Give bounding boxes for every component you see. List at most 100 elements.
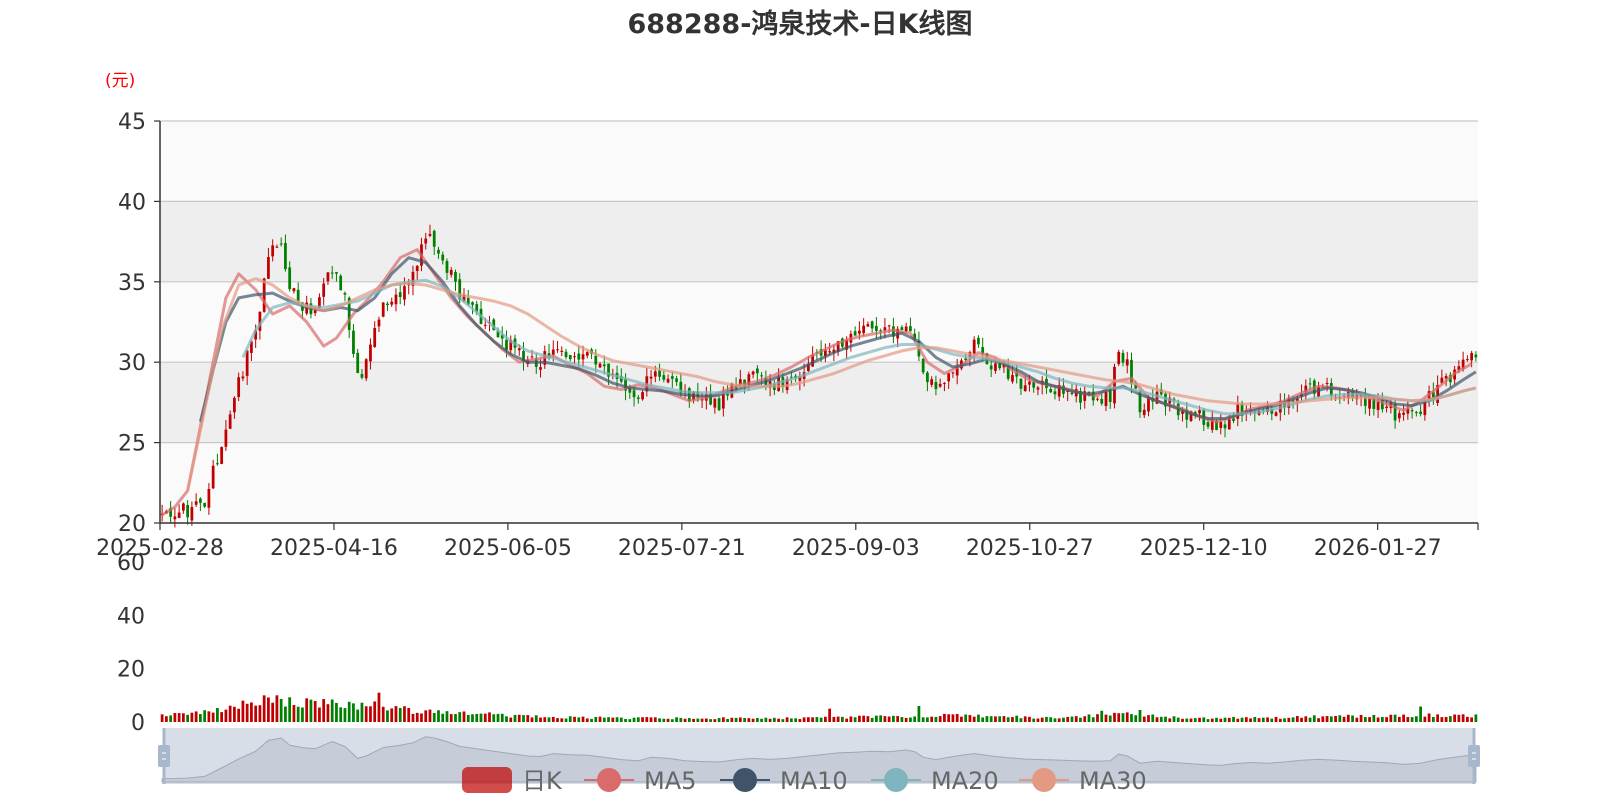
- candle-body: [237, 377, 241, 398]
- candle-body: [632, 390, 636, 398]
- candle-body: [1227, 419, 1231, 430]
- volume-bar: [1079, 717, 1082, 722]
- volume-bar: [1410, 717, 1414, 722]
- candle-body: [1402, 412, 1405, 415]
- volume-bar: [594, 716, 598, 722]
- candle-body: [1121, 352, 1125, 363]
- candle-body: [926, 372, 929, 383]
- volume-bar: [938, 716, 942, 722]
- volume-bar: [670, 719, 674, 722]
- volume-bar: [568, 716, 572, 722]
- volume-bar: [1045, 716, 1048, 722]
- candle: [220, 446, 224, 465]
- candle-body: [649, 376, 653, 379]
- y-tick-label: 20: [118, 512, 146, 537]
- volume-bar: [432, 713, 436, 722]
- volume-bar: [407, 707, 411, 722]
- volume-bar: [1019, 718, 1023, 722]
- candle-body: [190, 507, 194, 521]
- price-band: [160, 201, 1478, 282]
- candle-body: [296, 289, 300, 302]
- volume-bar: [1036, 718, 1040, 722]
- candle-body: [853, 331, 857, 336]
- volume-bar: [1100, 710, 1104, 722]
- volume-bar: [853, 717, 857, 722]
- candle-body: [675, 378, 678, 382]
- candle-body: [568, 354, 572, 360]
- candle: [364, 358, 368, 382]
- volume-bar: [960, 716, 963, 722]
- volume-bar: [1414, 716, 1418, 722]
- candle-body: [1376, 401, 1380, 411]
- price-band: [160, 442, 1478, 523]
- volume-bars[interactable]: [160, 692, 1478, 722]
- volume-bar: [411, 713, 415, 722]
- volume-bar: [471, 714, 474, 722]
- volume-bar: [1138, 710, 1142, 722]
- legend-dot-icon: [733, 768, 757, 792]
- volume-bar: [615, 717, 619, 722]
- legend-item-ma10[interactable]: MA10: [720, 767, 848, 795]
- volume-bar: [403, 706, 406, 722]
- volume-bar: [811, 717, 815, 722]
- candle-body: [203, 502, 207, 507]
- volume-bar: [713, 719, 717, 722]
- candle: [381, 301, 385, 318]
- volume-bar: [1074, 716, 1078, 722]
- volume-bar: [1134, 715, 1138, 722]
- volume-bar: [1312, 715, 1316, 722]
- volume-bar: [683, 718, 687, 722]
- volume-bar: [1164, 716, 1167, 722]
- volume-bar: [1240, 717, 1244, 722]
- candle-body: [921, 358, 925, 373]
- volume-bar: [1321, 716, 1325, 722]
- volume-bar: [1436, 714, 1439, 722]
- volume-bar: [1393, 714, 1397, 722]
- volume-bar: [454, 714, 457, 722]
- volume-bar: [203, 710, 207, 722]
- candle-body: [1397, 413, 1401, 419]
- volume-bar: [1266, 717, 1269, 722]
- volume-bar: [1397, 716, 1401, 722]
- volume-bar: [964, 714, 968, 722]
- candle-body: [1414, 411, 1418, 413]
- volume-bar: [1206, 719, 1210, 722]
- volume-bar: [517, 714, 521, 722]
- volume-bar: [636, 717, 640, 722]
- volume-bar: [1278, 718, 1282, 722]
- candle-body: [1325, 382, 1329, 385]
- volume-bar: [658, 718, 661, 722]
- volume-bar: [1002, 716, 1006, 722]
- volume-bar: [228, 705, 232, 722]
- candle-body: [352, 330, 355, 354]
- volume-bar: [1113, 712, 1116, 722]
- volume-bar: [883, 716, 887, 722]
- volume-bar: [972, 716, 976, 722]
- volume-bar: [500, 713, 504, 722]
- volume-tick-label: 0: [131, 711, 145, 736]
- volume-bar: [1470, 717, 1474, 722]
- candle-body: [275, 246, 279, 248]
- volume-bar: [866, 716, 870, 722]
- candle-body: [858, 330, 861, 334]
- x-tick-label: 2025-06-05: [444, 536, 572, 561]
- volume-bar: [522, 715, 525, 722]
- candle-body: [186, 504, 190, 518]
- volume-bar: [904, 717, 908, 722]
- candle-body: [1308, 383, 1312, 385]
- candle-body: [279, 243, 283, 245]
- legend-item-ma30[interactable]: MA30: [1019, 767, 1147, 795]
- volume-bar: [917, 706, 921, 722]
- volume-bar: [356, 709, 360, 722]
- x-tick-label: 2025-07-21: [618, 536, 746, 561]
- volume-bar: [789, 718, 793, 722]
- candle-body: [182, 503, 185, 511]
- volume-bar: [330, 699, 334, 722]
- volume-bar: [1159, 716, 1163, 722]
- volume-bar: [947, 714, 951, 722]
- legend-item-ma20[interactable]: MA20: [871, 767, 999, 795]
- legend-label: MA5: [644, 767, 696, 795]
- volume-tick-label: 20: [117, 658, 145, 683]
- volume-bar: [1287, 717, 1291, 722]
- candle-body: [241, 376, 245, 379]
